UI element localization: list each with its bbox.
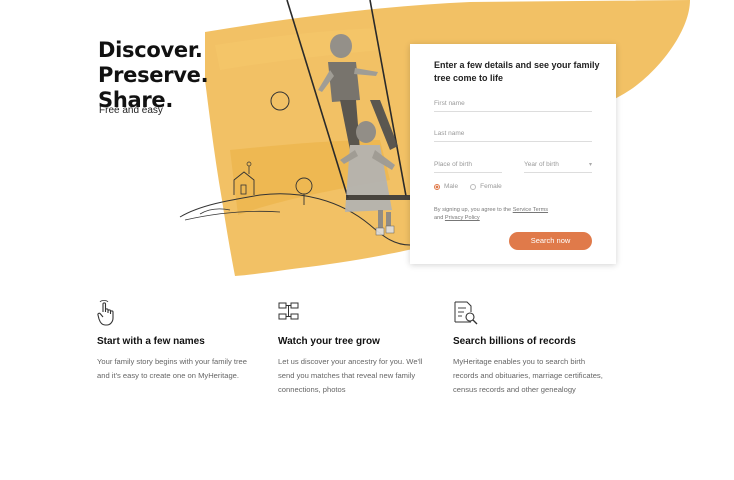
document-search-icon [454, 301, 478, 325]
year-of-birth-select[interactable]: Year of birth ▾ [524, 161, 592, 173]
feature-description: Let us discover your ancestry for you. W… [278, 357, 423, 394]
place-of-birth-placeholder: Place of birth [434, 161, 472, 168]
feature-description: MyHeritage enables you to search birth r… [453, 357, 603, 394]
last-name-field[interactable]: Last name [434, 130, 592, 142]
chevron-down-icon: ▾ [588, 162, 592, 168]
feature-description: Your family story begins with your famil… [97, 357, 247, 380]
hero-tagline: Free and easy [99, 105, 163, 116]
gender-radio-group: Male Female [434, 183, 502, 190]
search-now-button[interactable]: Search now [509, 232, 592, 250]
feature-title: Start with a few names [97, 336, 205, 347]
year-of-birth-placeholder: Year of birth [524, 161, 559, 168]
hero-headline: Discover. Preserve. Share. [98, 38, 209, 113]
last-name-placeholder: Last name [434, 130, 465, 137]
family-tree-icon [278, 302, 299, 320]
terms-text: By signing up, you agree to the Service … [434, 206, 604, 222]
feature-title: Watch your tree grow [278, 336, 380, 347]
hand-pointer-icon [97, 300, 114, 326]
hero-section: Discover. Preserve. Share. Free and easy [0, 0, 734, 285]
privacy-policy-link[interactable]: Privacy Policy [445, 215, 480, 221]
headline-line-2: Preserve. [98, 63, 209, 87]
service-terms-link[interactable]: Service Terms [513, 207, 548, 213]
signup-form-card: Enter a few details and see your family … [410, 44, 616, 264]
female-radio-label: Female [480, 183, 502, 190]
male-radio[interactable] [434, 183, 440, 190]
male-radio-label: Male [444, 183, 459, 190]
feature-title: Search billions of records [453, 336, 576, 347]
terms-prefix: By signing up, you agree to the [434, 207, 512, 213]
first-name-placeholder: First name [434, 100, 465, 107]
terms-and: and [434, 215, 444, 221]
female-radio[interactable] [470, 183, 477, 190]
headline-line-1: Discover. [98, 38, 203, 62]
place-of-birth-field[interactable]: Place of birth [434, 161, 502, 173]
first-name-field[interactable]: First name [434, 100, 592, 112]
form-title: Enter a few details and see your family … [434, 60, 600, 83]
